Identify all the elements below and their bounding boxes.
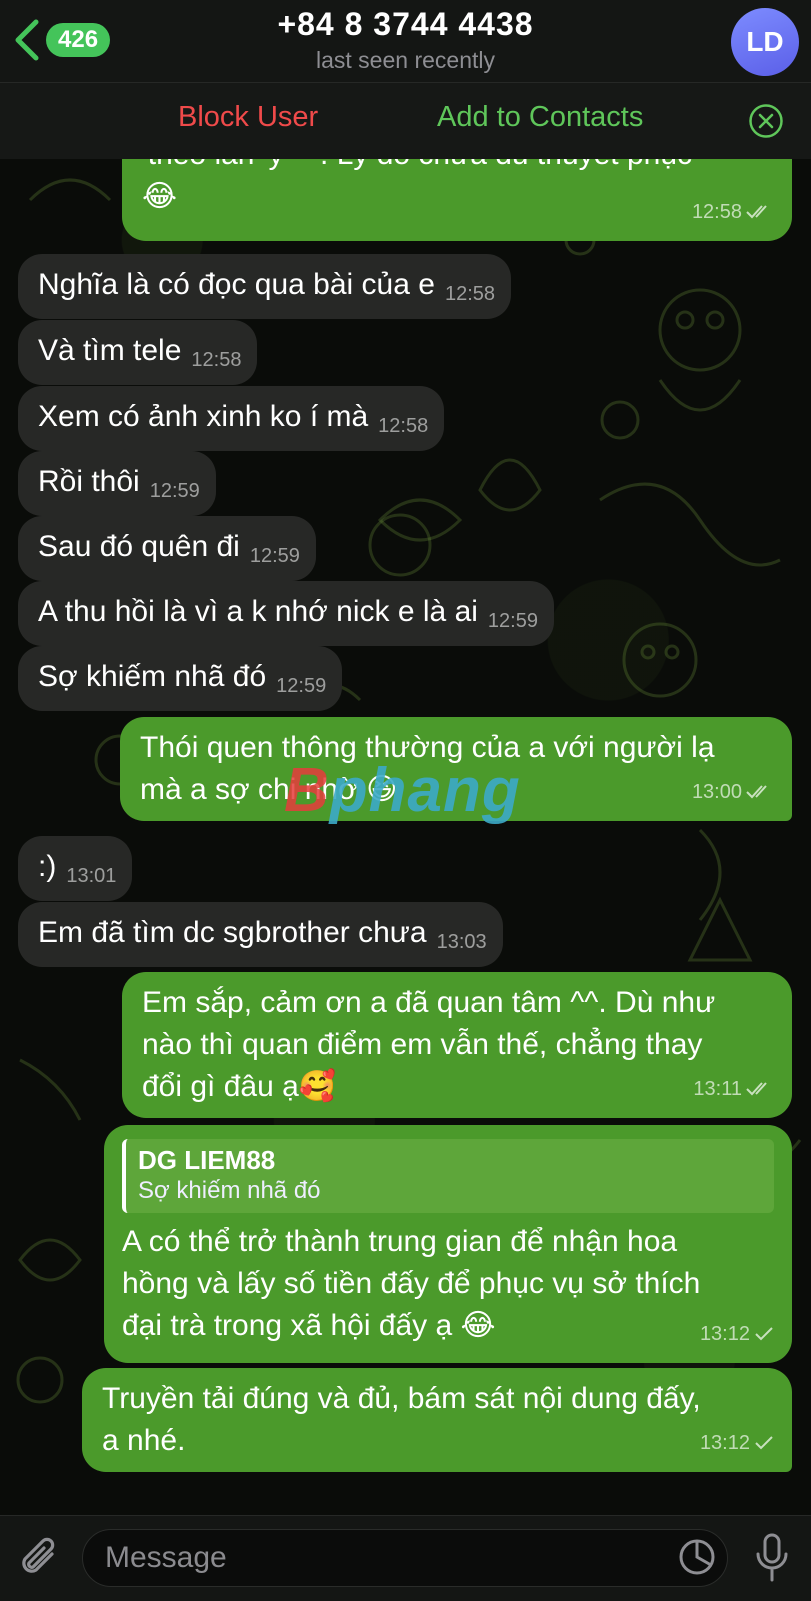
message-time: 12:58 bbox=[444, 283, 496, 305]
add-to-contacts-button[interactable]: Add to Contacts bbox=[437, 101, 643, 134]
paperclip-icon bbox=[22, 1537, 55, 1573]
message-text-line: Em sắp, cảm ơn a đã quan tâm ^^. Dù như bbox=[142, 986, 716, 1019]
message-text: Rồi thôi bbox=[38, 465, 140, 498]
message-meta: 13:00 bbox=[692, 771, 774, 813]
message-meta: 13:12 bbox=[700, 1313, 774, 1355]
message-text-line: A có thể trở thành trung gian để nhận ho… bbox=[122, 1225, 678, 1258]
message-text-line: mà a sợ chi nhờ 😆 bbox=[140, 773, 398, 806]
message-time: 12:58 bbox=[378, 415, 429, 437]
message-bubble-incoming[interactable]: Xem có ảnh xinh ko í mà 12:58 bbox=[18, 386, 445, 451]
message-time: 13:01 bbox=[66, 865, 117, 887]
close-circle-icon bbox=[749, 104, 783, 138]
message-text-line: 'theo lần' ý ^^. Lý do chưa đủ thuyết ph… bbox=[142, 159, 772, 176]
message-text-line: hồng và lấy số tiền đấy để phục vụ sở th… bbox=[122, 1267, 701, 1300]
chat-title: +84 8 3744 4438 bbox=[277, 6, 534, 42]
sticker-button[interactable] bbox=[678, 1538, 716, 1581]
message-text: Xem có ảnh xinh ko í mà bbox=[38, 400, 369, 433]
message-meta: 13:12 bbox=[700, 1422, 774, 1464]
sticker-icon bbox=[679, 1539, 715, 1575]
message-text-line: 😂 bbox=[142, 180, 178, 213]
contact-action-bar: Block User Add to Contacts bbox=[0, 83, 811, 159]
chat-title-block[interactable]: +84 8 3744 4438 last seen recently bbox=[0, 6, 811, 74]
message-bubble-incoming[interactable]: Em đã tìm dc sgbrother chưa 13:03 bbox=[18, 902, 503, 967]
double-check-icon bbox=[746, 785, 767, 799]
reply-author: DG LIEM88 bbox=[138, 1145, 276, 1175]
message-text: Sau đó quên đi bbox=[38, 530, 240, 563]
message-time: 12:59 bbox=[249, 545, 300, 567]
message-time: 12:59 bbox=[276, 675, 327, 697]
message-text: Và tìm tele bbox=[38, 334, 182, 367]
message-text-line: a nhé. bbox=[102, 1424, 186, 1457]
message-bubble-outgoing-reply[interactable]: DG LIEM88 Sợ khiếm nhã đó A có thể trở t… bbox=[104, 1125, 792, 1363]
message-bubble-outgoing[interactable]: Thói quen thông thường của a với người l… bbox=[120, 717, 792, 821]
last-seen-status: last seen recently bbox=[316, 47, 495, 73]
message-text: Sợ khiếm nhã đó bbox=[38, 660, 267, 693]
message-meta: 13:11 bbox=[693, 1068, 774, 1110]
message-text: Em đã tìm dc sgbrother chưa bbox=[38, 916, 427, 949]
message-meta: 12:58 bbox=[692, 191, 774, 233]
message-bubble-outgoing[interactable]: Em sắp, cảm ơn a đã quan tâm ^^. Dù như … bbox=[122, 972, 792, 1118]
message-time: 13:11 bbox=[693, 1078, 742, 1100]
single-check-icon bbox=[755, 1436, 773, 1450]
message-time: 12:59 bbox=[487, 610, 538, 632]
message-text: Nghĩa là có đọc qua bài của e bbox=[38, 268, 435, 301]
close-action-bar-button[interactable] bbox=[748, 103, 784, 144]
message-bubble-incoming[interactable]: Sau đó quên đi 12:59 bbox=[18, 516, 316, 581]
message-composer bbox=[0, 1515, 811, 1601]
message-text-line: nào thì quan điểm em vẫn thế, chẳng thay bbox=[142, 1028, 703, 1061]
message-bubble-incoming[interactable]: :) 13:01 bbox=[18, 836, 133, 901]
avatar[interactable]: LD bbox=[731, 8, 799, 76]
message-text-line: Thói quen thông thường của a với người l… bbox=[140, 731, 715, 764]
message-bubble-incoming[interactable]: Sợ khiếm nhã đó 12:59 bbox=[18, 646, 343, 711]
single-check-icon bbox=[755, 1327, 773, 1341]
message-input[interactable] bbox=[82, 1529, 728, 1587]
chat-header: 426 +84 8 3744 4438 last seen recently L… bbox=[0, 0, 811, 83]
message-text: :) bbox=[38, 850, 57, 883]
message-time: 12:59 bbox=[149, 480, 200, 502]
attach-button[interactable] bbox=[18, 1534, 62, 1587]
message-bubble-incoming[interactable]: Và tìm tele 12:58 bbox=[18, 320, 258, 385]
message-text-line: đổi gì đâu ạ🥰 bbox=[142, 1070, 337, 1103]
message-time: 13:03 bbox=[436, 931, 487, 953]
message-time: 12:58 bbox=[691, 201, 742, 223]
message-bubble-outgoing[interactable]: Truyền tải đúng và đủ, bám sát nội dung … bbox=[82, 1368, 792, 1472]
message-text-line: đại trà trong xã hội đấy ạ 😂 bbox=[122, 1309, 496, 1342]
message-list[interactable]: 'theo lần' ý ^^. Lý do chưa đủ thuyết ph… bbox=[0, 159, 811, 1515]
microphone-button[interactable] bbox=[752, 1532, 792, 1589]
microphone-icon bbox=[756, 1533, 788, 1582]
message-text-line: Truyền tải đúng và đủ, bám sát nội dung … bbox=[102, 1382, 701, 1415]
message-bubble-incoming[interactable]: Rồi thôi 12:59 bbox=[18, 451, 216, 516]
message-time: 13:12 bbox=[699, 1432, 750, 1454]
reply-text: Sợ khiếm nhã đó bbox=[138, 1177, 321, 1204]
message-time: 12:58 bbox=[191, 349, 242, 371]
double-check-icon bbox=[746, 1082, 767, 1096]
message-bubble-incoming[interactable]: A thu hồi là vì a k nhớ nick e là ai 12:5… bbox=[18, 581, 554, 646]
message-bubble-incoming[interactable]: Nghĩa là có đọc qua bài của e 12:58 bbox=[18, 254, 512, 319]
message-bubble-outgoing[interactable]: 'theo lần' ý ^^. Lý do chưa đủ thuyết ph… bbox=[122, 159, 792, 241]
message-text: A thu hồi là vì a k nhớ nick e là ai bbox=[38, 595, 478, 628]
double-check-icon bbox=[746, 205, 767, 219]
message-time: 13:00 bbox=[691, 781, 742, 803]
message-time: 13:12 bbox=[699, 1323, 750, 1345]
reply-quote[interactable]: DG LIEM88 Sợ khiếm nhã đó bbox=[122, 1139, 774, 1213]
block-user-button[interactable]: Block User bbox=[178, 101, 318, 134]
